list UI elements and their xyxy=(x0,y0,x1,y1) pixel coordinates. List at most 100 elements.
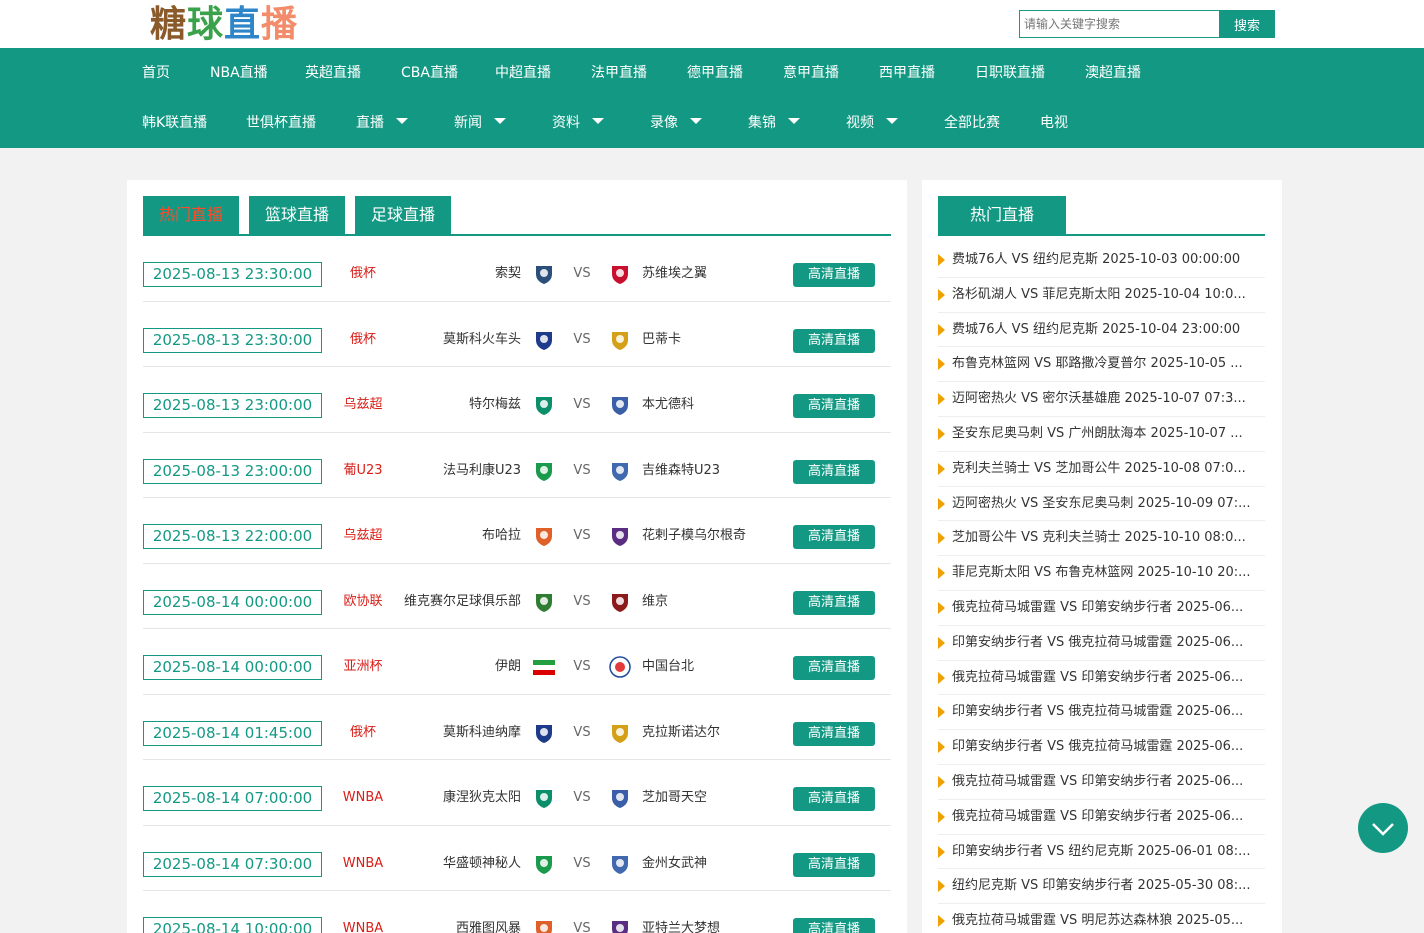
hd-live-button[interactable]: 高清直播 xyxy=(793,394,875,418)
sidebar-match-link[interactable]: 印第安纳步行者 VS 俄克拉荷马城雷霆 2025-06... xyxy=(938,730,1265,765)
sidebar-match-link[interactable]: 俄克拉荷马城雷霆 VS 明尼苏达森林狼 2025-05... xyxy=(938,904,1265,933)
away-team: 中国台北 xyxy=(642,659,695,674)
hd-live-button[interactable]: 高清直播 xyxy=(793,525,875,549)
vikingur-crest-icon xyxy=(609,591,631,613)
sidebar-match-link[interactable]: 纽约尼克斯 VS 印第安纳步行者 2025-05-30 08:... xyxy=(938,869,1265,905)
sidebar-match-link[interactable]: 圣安东尼奥马刺 VS 广州朗肽海本 2025-10-07 ... xyxy=(938,417,1265,452)
league-label[interactable]: 亚洲杯 xyxy=(323,657,403,677)
search-input[interactable] xyxy=(1019,10,1219,38)
hd-live-button[interactable]: 高清直播 xyxy=(793,459,875,484)
away-team: 克拉斯诺达尔 xyxy=(642,724,721,740)
site-logo[interactable]: 糖 球 直 播 xyxy=(150,4,297,46)
nav-all-matches[interactable]: 全部比赛 xyxy=(944,98,1000,148)
hd-live-button[interactable]: 高清直播 xyxy=(793,590,875,615)
vs-label: VS xyxy=(573,331,591,347)
away-team: 巴蒂卡 xyxy=(642,331,682,347)
sidebar-match-link[interactable]: 印第安纳步行者 VS 纽约尼克斯 2025-06-01 08:... xyxy=(938,835,1265,870)
bullet-triangle-icon xyxy=(938,288,945,301)
tab-hot-live[interactable]: 热门直播 xyxy=(143,196,239,234)
nav-cba[interactable]: CBA直播 xyxy=(401,48,458,98)
nav-csl[interactable]: 中超直播 xyxy=(495,48,551,98)
match-time: 2025-08-14 00:00:00 xyxy=(143,589,322,615)
nav-bundesliga[interactable]: 德甲直播 xyxy=(687,48,743,98)
nav-ligue1[interactable]: 法甲直播 xyxy=(591,48,647,98)
sidebar-match-link[interactable]: 芝加哥公牛 VS 克利夫兰骑士 2025-10-10 08:0... xyxy=(938,521,1265,557)
dream-logo-icon xyxy=(609,918,631,933)
league-label[interactable]: 俄杯 xyxy=(323,264,403,284)
home-team: 维克赛尔足球俱乐部 xyxy=(393,592,521,612)
match-time: 2025-08-13 23:30:00 xyxy=(143,262,322,287)
nav-video-dropdown[interactable]: 视频 xyxy=(846,98,898,148)
nav-data-dropdown[interactable]: 资料 xyxy=(552,98,604,148)
nav-label: 资料 xyxy=(552,115,580,131)
nav-seriea[interactable]: 意甲直播 xyxy=(783,48,839,98)
sidebar-match-link[interactable]: 俄克拉荷马城雷霆 VS 印第安纳步行者 2025-06... xyxy=(938,661,1265,696)
bullet-triangle-icon xyxy=(938,254,945,266)
league-label[interactable]: WNBA xyxy=(323,854,403,874)
vs-label: VS xyxy=(573,724,591,740)
scroll-down-button[interactable] xyxy=(1358,803,1408,853)
sidebar-match-link[interactable]: 迈阿密热火 VS 密尔沃基雄鹿 2025-10-07 07:3... xyxy=(938,382,1265,417)
hd-live-button[interactable]: 高清直播 xyxy=(793,721,875,746)
hd-live-button[interactable]: 高清直播 xyxy=(793,656,875,680)
nav-aleague[interactable]: 澳超直播 xyxy=(1085,48,1141,98)
hd-live-button[interactable]: 高清直播 xyxy=(793,852,875,877)
sidebar-match-link[interactable]: 印第安纳步行者 VS 俄克拉荷马城雷霆 2025-06... xyxy=(938,695,1265,731)
match-row: 2025-08-13 23:00:00 葡U23 法马利康U23 VS 吉维森特U23 高… xyxy=(143,433,891,498)
league-label[interactable]: WNBA xyxy=(323,919,403,933)
home-team: 康涅狄克太阳 xyxy=(393,788,521,808)
sun-logo-icon xyxy=(533,787,555,809)
league-label[interactable]: WNBA xyxy=(323,788,403,808)
home-team: 特尔梅兹 xyxy=(393,395,521,415)
match-row: 2025-08-14 07:00:00 WNBA 康涅狄克太阳 VS 芝加哥天空 高清直播 xyxy=(143,760,891,826)
search-button[interactable]: 搜索 xyxy=(1219,10,1275,38)
sidebar-match-link[interactable]: 布鲁克林篮网 VS 耶路撒冷夏普尔 2025-10-05 ... xyxy=(938,347,1265,383)
sidebar-match-link[interactable]: 印第安纳步行者 VS 俄克拉荷马城雷霆 2025-06... xyxy=(938,626,1265,661)
vs-label: VS xyxy=(573,462,591,478)
nav-club-world-cup[interactable]: 世俱杯直播 xyxy=(246,98,316,148)
sidebar-match-link[interactable]: 费城76人 VS 纽约尼克斯 2025-10-04 23:00:00 xyxy=(938,313,1265,348)
home-team: 法马利康U23 xyxy=(393,461,521,481)
sidebar-match-link[interactable]: 俄克拉荷马城雷霆 VS 印第安纳步行者 2025-06... xyxy=(938,800,1265,835)
nav-laliga[interactable]: 西甲直播 xyxy=(879,48,935,98)
sidebar-match-link[interactable]: 费城76人 VS 纽约尼克斯 2025-10-03 00:00:00 xyxy=(938,243,1265,278)
sidebar-list: 费城76人 VS 纽约尼克斯 2025-10-03 00:00:00 洛杉矶湖人 … xyxy=(938,243,1265,933)
nav-replay-dropdown[interactable]: 录像 xyxy=(650,98,702,148)
sidebar-match-link[interactable]: 俄克拉荷马城雷霆 VS 印第安纳步行者 2025-06... xyxy=(938,591,1265,626)
hd-live-button[interactable]: 高清直播 xyxy=(793,328,875,353)
league-label[interactable]: 欧协联 xyxy=(323,592,403,612)
nav-kleague[interactable]: 韩K联直播 xyxy=(142,98,207,148)
league-label[interactable]: 俄杯 xyxy=(323,723,403,743)
nav-epl[interactable]: 英超直播 xyxy=(305,48,361,98)
match-row: 2025-08-14 10:00:00 WNBA 西雅图风暴 VS 亚特兰大梦想 高清直播 xyxy=(143,891,891,933)
nav-nba[interactable]: NBA直播 xyxy=(210,48,268,98)
home-team-name: 法马利康U23 xyxy=(442,462,521,478)
tab-basketball-live[interactable]: 篮球直播 xyxy=(249,196,345,234)
nav-jleague[interactable]: 日职联直播 xyxy=(975,48,1045,98)
caret-down-icon xyxy=(396,118,408,124)
sidebar-match-link[interactable]: 菲尼克斯太阳 VS 布鲁克林篮网 2025-10-10 20:... xyxy=(938,556,1265,591)
nav-tv[interactable]: 电视 xyxy=(1040,98,1068,148)
sidebar-match-link[interactable]: 俄克拉荷马城雷霆 VS 印第安纳步行者 2025-06... xyxy=(938,765,1265,800)
league-label[interactable]: 乌兹超 xyxy=(323,526,403,546)
hd-live-button[interactable]: 高清直播 xyxy=(793,918,875,933)
sidebar-match-link[interactable]: 克利夫兰骑士 VS 芝加哥公牛 2025-10-08 07:0... xyxy=(938,452,1265,487)
bullet-triangle-icon xyxy=(938,323,945,336)
sidebar-match-link[interactable]: 迈阿密热火 VS 圣安东尼奥马刺 2025-10-09 07:... xyxy=(938,487,1265,522)
vs-label: VS xyxy=(573,790,591,805)
league-label[interactable]: 俄杯 xyxy=(323,330,403,350)
tab-sidebar-hot-live[interactable]: 热门直播 xyxy=(938,196,1066,234)
sidebar-match-link[interactable]: 洛杉矶湖人 VS 菲尼克斯太阳 2025-10-04 10:0... xyxy=(938,278,1265,313)
nav-live-dropdown[interactable]: 直播 xyxy=(356,98,408,148)
nav-home[interactable]: 首页 xyxy=(142,48,170,98)
hd-live-button[interactable]: 高清直播 xyxy=(793,787,875,811)
nav-news-dropdown[interactable]: 新闻 xyxy=(454,98,506,148)
home-team-name: 维克赛尔足球俱乐部 xyxy=(403,593,521,609)
league-label[interactable]: 葡U23 xyxy=(323,461,403,481)
tab-football-live[interactable]: 足球直播 xyxy=(355,196,451,234)
league-label[interactable]: 乌兹超 xyxy=(323,395,403,415)
sidebar-match-text: 迈阿密热火 VS 圣安东尼奥马刺 2025-10-09 07:... xyxy=(952,495,1251,511)
sidebar-match-text: 印第安纳步行者 VS 俄克拉荷马城雷霆 2025-06... xyxy=(952,634,1244,650)
hd-live-button[interactable]: 高清直播 xyxy=(793,263,875,287)
nav-highlights-dropdown[interactable]: 集锦 xyxy=(748,98,800,148)
